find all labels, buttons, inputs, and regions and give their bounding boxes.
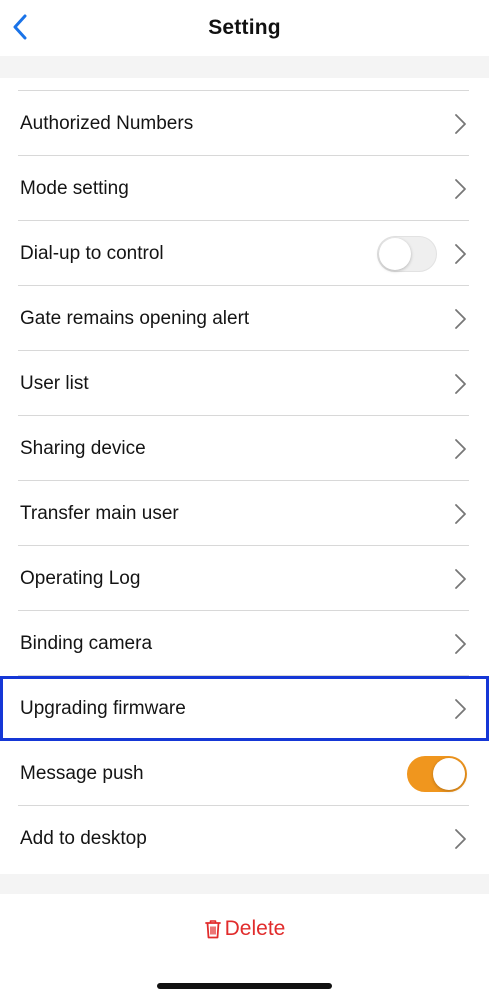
delete-button[interactable]: Delete xyxy=(0,894,489,964)
section-spacer-bottom xyxy=(0,874,489,894)
chevron-right-icon xyxy=(455,438,466,459)
settings-row-dial-up-to-control[interactable]: Dial-up to control xyxy=(0,221,489,286)
settings-row-gate-alert[interactable]: Gate remains opening alert xyxy=(0,286,489,351)
settings-row-upgrading-firmware[interactable]: Upgrading firmware xyxy=(0,676,489,741)
settings-row-transfer-main-user[interactable]: Transfer main user xyxy=(0,481,489,546)
settings-row-label: Message push xyxy=(20,762,144,784)
settings-row-sharing-device[interactable]: Sharing device xyxy=(0,416,489,481)
settings-row-label: Transfer main user xyxy=(20,502,179,524)
settings-row-label: Gate remains opening alert xyxy=(20,307,250,329)
chevron-right-icon xyxy=(455,308,466,329)
settings-row-user-list[interactable]: User list xyxy=(0,351,489,416)
settings-row-add-to-desktop[interactable]: Add to desktop xyxy=(0,806,489,871)
settings-row-mode-setting[interactable]: Mode setting xyxy=(0,156,489,221)
settings-row-label: Upgrading firmware xyxy=(20,697,186,719)
chevron-right-icon xyxy=(455,243,466,264)
dial-up-toggle[interactable] xyxy=(377,235,437,272)
settings-row-label: Add to desktop xyxy=(20,827,147,849)
message-push-toggle[interactable] xyxy=(407,755,467,792)
settings-row-label: Operating Log xyxy=(20,567,141,589)
nav-bar: Setting xyxy=(0,0,489,56)
chevron-left-icon xyxy=(13,14,27,40)
settings-row-label: Binding camera xyxy=(20,632,153,654)
chevron-right-icon xyxy=(455,178,466,199)
toggle-knob xyxy=(433,757,465,790)
delete-label: Delete xyxy=(224,917,286,940)
settings-row-label: User list xyxy=(20,372,89,394)
home-indicator xyxy=(157,983,332,989)
settings-row-label: Sharing device xyxy=(20,437,146,459)
settings-row-operating-log[interactable]: Operating Log xyxy=(0,546,489,611)
chevron-right-icon xyxy=(455,503,466,524)
settings-list: Authorized Numbers Mode setting Dial-up … xyxy=(0,78,489,874)
page-title: Setting xyxy=(208,16,281,39)
toggle-knob xyxy=(379,237,411,270)
chevron-right-icon xyxy=(455,633,466,654)
chevron-right-icon xyxy=(455,698,466,719)
chevron-right-icon xyxy=(455,568,466,589)
chevron-right-icon xyxy=(455,113,466,134)
trash-icon xyxy=(204,920,221,939)
chevron-right-icon xyxy=(455,373,466,394)
chevron-right-icon xyxy=(455,828,466,849)
settings-row-label: Authorized Numbers xyxy=(20,112,194,134)
back-button[interactable] xyxy=(6,10,34,44)
settings-row-label: Mode setting xyxy=(20,177,129,199)
settings-row-authorized-numbers[interactable]: Authorized Numbers xyxy=(0,91,489,156)
settings-row-label: Dial-up to control xyxy=(20,242,164,264)
settings-row-message-push[interactable]: Message push xyxy=(0,741,489,806)
section-spacer-top xyxy=(0,56,489,78)
settings-row-binding-camera[interactable]: Binding camera xyxy=(0,611,489,676)
